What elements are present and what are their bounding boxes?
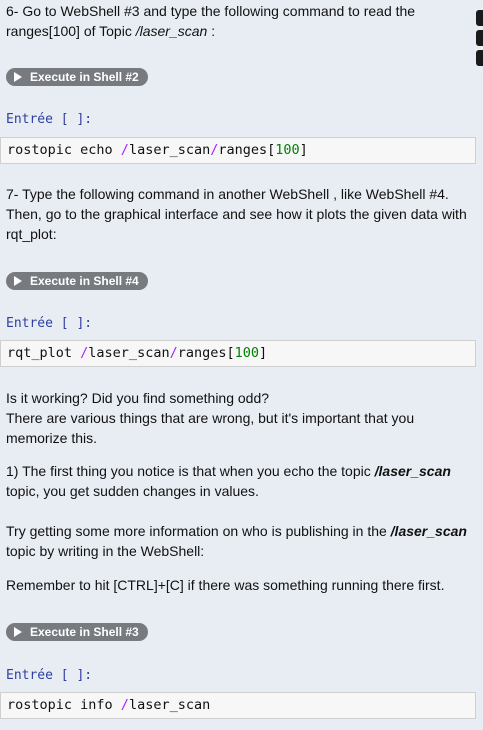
input-prompt-1: Entrée [ ]: xyxy=(6,112,93,127)
code-cell-1-cmd: rostopic echo xyxy=(7,142,121,158)
code-cell-1-index: 100 xyxy=(275,142,300,158)
working-line3: memorize this. xyxy=(6,430,98,446)
step7-line3: rqt_plot: xyxy=(6,226,57,242)
play-icon xyxy=(14,72,22,82)
side-tab-1[interactable] xyxy=(476,10,483,26)
execute-shell-3-button[interactable]: Execute in Shell #3 xyxy=(6,623,148,641)
step7-line1: 7- Type the following command in another… xyxy=(6,186,449,202)
code-cell-1-topic: laser_scan xyxy=(128,142,211,158)
input-prompt-3: Entrée [ ]: xyxy=(6,668,93,683)
play-icon xyxy=(14,276,22,286)
side-tab-2[interactable] xyxy=(476,30,483,46)
first-thing-line2: topic, you get sudden changes in values. xyxy=(6,483,259,499)
working-text: Is it working? Did you find something od… xyxy=(6,388,474,448)
execute-shell-3-label: Execute in Shell #3 xyxy=(30,625,139,639)
code-cell-2[interactable]: rqt_plot /laser_scan/ranges[100] xyxy=(0,340,476,367)
try-line2: topic by writing in the WebShell: xyxy=(6,543,205,559)
play-icon xyxy=(14,627,22,637)
code-cell-2-cmd: rqt_plot xyxy=(7,345,81,361)
execute-shell-2-label: Execute in Shell #2 xyxy=(30,70,139,84)
code-cell-2-slash2: / xyxy=(169,345,178,361)
notebook-page: 6- Go to WebShell #3 and type the follow… xyxy=(0,0,483,730)
execute-shell-2-button[interactable]: Execute in Shell #2 xyxy=(6,68,148,86)
remember-text: Remember to hit [CTRL]+[C] if there was … xyxy=(6,577,445,593)
code-cell-3-cmd: rostopic info xyxy=(7,697,121,713)
step7-text: 7- Type the following command in another… xyxy=(6,184,474,244)
first-thing-text: 1) The first thing you notice is that wh… xyxy=(6,461,474,501)
code-cell-1-field: ranges[ xyxy=(218,142,276,158)
try-topic: /laser_scan xyxy=(390,523,467,539)
code-cell-3[interactable]: rostopic info /laser_scan xyxy=(0,692,476,719)
code-cell-3-topic: laser_scan xyxy=(128,697,211,713)
code-cell-2-index: 100 xyxy=(234,345,260,361)
step6-line2-prefix: ranges[100] of Topic xyxy=(6,23,136,39)
working-line2: There are various things that are wrong,… xyxy=(6,410,415,426)
try-prefix: Try getting some more information on who… xyxy=(6,523,391,539)
execute-shell-4-button[interactable]: Execute in Shell #4 xyxy=(6,272,148,290)
code-cell-2-field: ranges[ xyxy=(177,345,235,361)
step7-line2: Then, go to the graphical interface and … xyxy=(6,206,467,222)
working-line1: Is it working? Did you find something od… xyxy=(6,390,270,406)
step6-text: 6- Go to WebShell #3 and type the follow… xyxy=(6,1,474,41)
execute-shell-4-label: Execute in Shell #4 xyxy=(30,274,139,288)
code-cell-3-slash: / xyxy=(120,697,129,713)
code-cell-1[interactable]: rostopic echo /laser_scan/ranges[100] xyxy=(0,137,476,164)
step6-topic: /laser_scan xyxy=(135,23,208,39)
code-cell-1-slash: / xyxy=(120,142,129,158)
side-toolbar xyxy=(476,10,483,70)
code-cell-2-close: ] xyxy=(259,345,268,361)
side-tab-3[interactable] xyxy=(476,50,483,66)
step6-line2-suffix: : xyxy=(207,23,216,39)
code-cell-1-close: ] xyxy=(299,142,308,158)
try-text: Try getting some more information on who… xyxy=(6,521,474,561)
first-thing-topic: /laser_scan xyxy=(374,463,451,479)
code-cell-2-topic: laser_scan xyxy=(88,345,170,361)
input-prompt-2: Entrée [ ]: xyxy=(6,316,93,331)
first-thing-prefix: 1) The first thing you notice is that wh… xyxy=(6,463,375,479)
step6-line1: 6- Go to WebShell #3 and type the follow… xyxy=(6,3,416,19)
